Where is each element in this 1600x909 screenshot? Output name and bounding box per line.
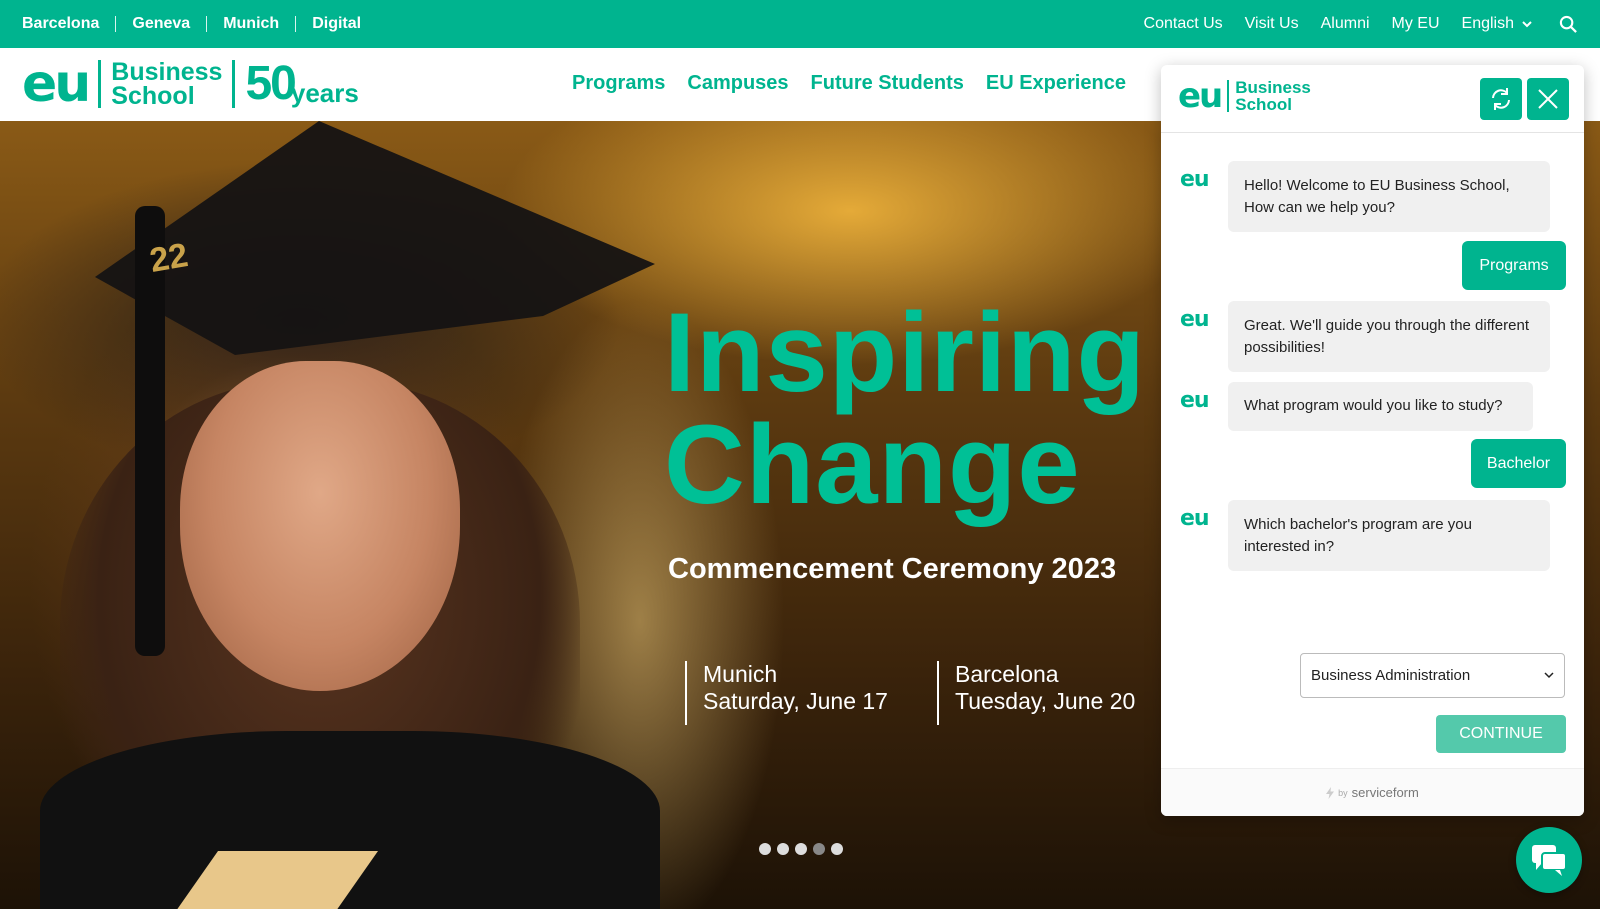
bot-message: Great. We'll guide you through the diffe…: [1228, 301, 1550, 372]
slider-dot[interactable]: [831, 843, 843, 855]
logo-divider: [1227, 80, 1230, 112]
nav-campuses[interactable]: Campuses: [687, 72, 788, 95]
chat-logo-wordmark: Business School: [1235, 79, 1311, 113]
bot-avatar: eu: [1180, 506, 1210, 531]
anniversary-number: 50: [245, 57, 296, 110]
slider-dot[interactable]: [759, 843, 771, 855]
chat-footer: by serviceform: [1161, 768, 1584, 816]
campus-link-munich[interactable]: Munich: [223, 15, 279, 33]
chat-launcher-button[interactable]: [1516, 827, 1582, 893]
my-eu-link[interactable]: My EU: [1392, 15, 1440, 33]
visit-us-link[interactable]: Visit Us: [1245, 15, 1299, 33]
chevron-down-icon: [1544, 672, 1554, 679]
search-button[interactable]: [1558, 14, 1578, 34]
logo-divider: [232, 60, 236, 108]
event-city: Barcelona: [955, 661, 1059, 687]
divider: [115, 16, 117, 32]
nav-programs[interactable]: Programs: [572, 72, 665, 95]
chat-widget: eu Business School eu Hello! Welcome to …: [1161, 65, 1584, 816]
site-logo[interactable]: eu Business School 50 years: [22, 58, 359, 110]
slider-dot[interactable]: [777, 843, 789, 855]
contact-us-link[interactable]: Contact Us: [1144, 15, 1223, 33]
chat-logo-mark: eu: [1178, 76, 1223, 116]
chat-logo: eu Business School: [1178, 79, 1311, 113]
slider-dot[interactable]: [813, 843, 825, 855]
event-date: Tuesday, June 20: [955, 688, 1136, 714]
nav-future-students[interactable]: Future Students: [811, 72, 964, 95]
restart-chat-button[interactable]: [1480, 78, 1522, 120]
anniversary-word: years: [290, 77, 359, 108]
lightning-icon: [1326, 786, 1335, 799]
hero-photo-cap-tag: 22: [146, 236, 191, 281]
headline-line2: Change: [664, 402, 1081, 527]
logo-divider: [98, 60, 102, 108]
divider: [206, 16, 208, 32]
event-barcelona: Barcelona Tuesday, June 20: [937, 661, 1135, 725]
chevron-down-icon: [1522, 20, 1532, 27]
chat-header: eu Business School: [1161, 65, 1584, 133]
top-utility-bar: Barcelona Geneva Munich Digital Contact …: [0, 0, 1600, 48]
user-reply-bachelor: Bachelor: [1471, 439, 1566, 488]
chat-logo-line2: School: [1235, 95, 1292, 114]
bot-avatar: eu: [1180, 388, 1210, 413]
utility-links: Contact Us Visit Us Alumni My EU English: [1122, 14, 1578, 34]
headline-line1: Inspiring: [664, 290, 1146, 415]
divider: [295, 16, 297, 32]
hero-subheading: Commencement Ceremony 2023: [668, 553, 1117, 585]
refresh-icon: [1492, 88, 1510, 110]
user-reply-programs: Programs: [1462, 241, 1566, 290]
close-icon: [1538, 89, 1558, 109]
close-chat-button[interactable]: [1527, 78, 1569, 120]
slider-dot[interactable]: [795, 843, 807, 855]
hero-headline: Inspiring Change: [664, 297, 1146, 521]
logo-mark: eu: [22, 54, 91, 114]
logo-wordmark: Business School: [111, 60, 222, 110]
nav-eu-experience[interactable]: EU Experience: [986, 72, 1126, 95]
campus-link-barcelona[interactable]: Barcelona: [22, 15, 99, 33]
chat-bubbles-icon: [1532, 845, 1567, 876]
bot-message: Hello! Welcome to EU Business School, Ho…: [1228, 161, 1550, 232]
bot-avatar: eu: [1180, 307, 1210, 332]
event-city: Munich: [703, 661, 778, 687]
event-date: Saturday, June 17: [703, 688, 888, 714]
logo-line2: School: [111, 82, 195, 110]
language-selector[interactable]: English: [1462, 15, 1532, 33]
bot-message: Which bachelor's program are you interes…: [1228, 500, 1550, 571]
search-icon: [1559, 15, 1577, 33]
slider-dots: [759, 843, 843, 855]
continue-button[interactable]: CONTINUE: [1436, 715, 1566, 753]
footer-by: by: [1338, 787, 1348, 798]
hero-photo-face: [180, 361, 460, 691]
bot-avatar: eu: [1180, 167, 1210, 192]
event-munich: Munich Saturday, June 17: [685, 661, 888, 725]
campus-links: Barcelona Geneva Munich Digital: [22, 15, 361, 33]
serviceform-brand-link[interactable]: serviceform: [1352, 785, 1419, 800]
alumni-link[interactable]: Alumni: [1321, 15, 1370, 33]
select-value: Business Administration: [1311, 667, 1471, 684]
campus-link-geneva[interactable]: Geneva: [132, 15, 190, 33]
main-nav: Programs Campuses Future Students EU Exp…: [572, 72, 1126, 95]
chat-transcript: eu Hello! Welcome to EU Business School,…: [1161, 133, 1584, 763]
bachelor-program-select[interactable]: Business Administration: [1300, 653, 1565, 698]
bot-message: What program would you like to study?: [1228, 382, 1533, 431]
language-label: English: [1461, 15, 1514, 32]
campus-link-digital[interactable]: Digital: [312, 15, 361, 33]
